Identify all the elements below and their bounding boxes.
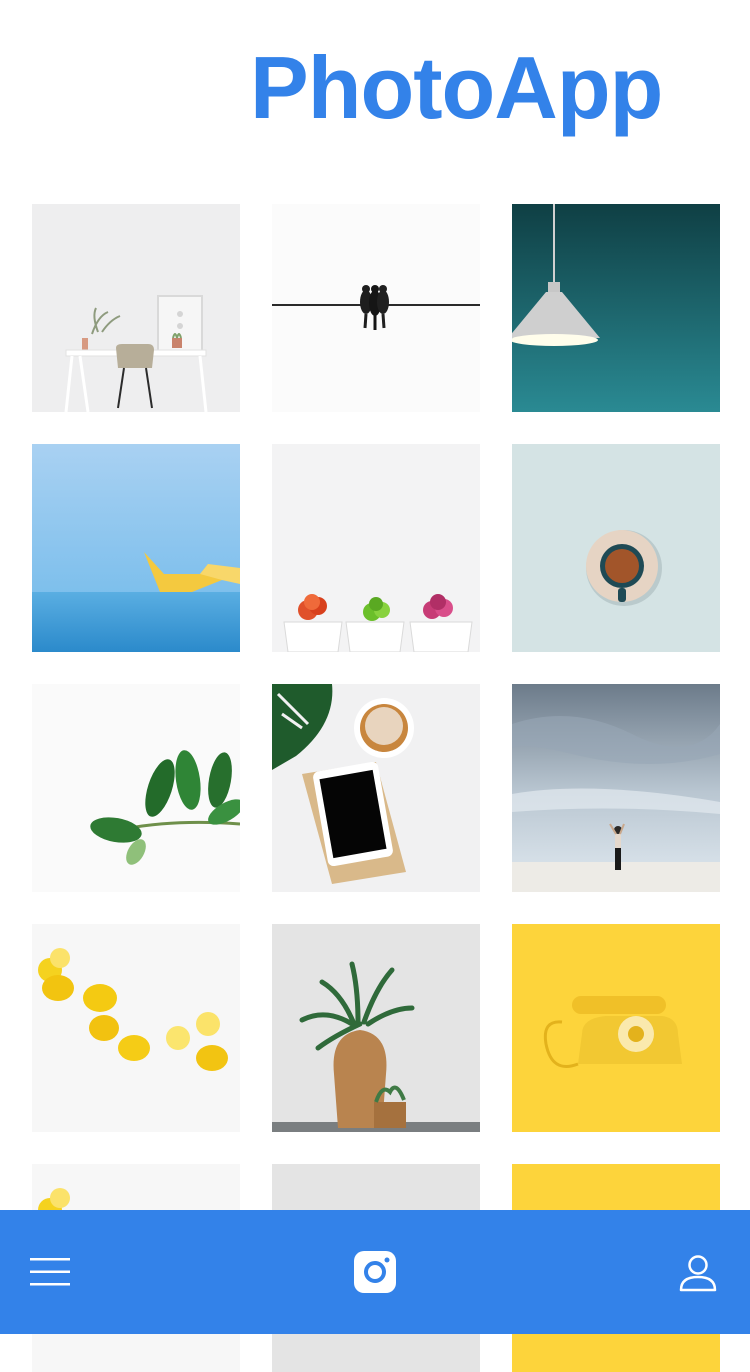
photo-plant-vase[interactable] [272,924,480,1132]
photo-desk-chair[interactable] [32,204,240,412]
app-header: PhotoApp [0,0,750,180]
photo-birds-on-wire[interactable] [272,204,480,412]
photo-coffee-cup[interactable] [512,444,720,652]
photo-grid [32,204,720,1372]
photo-pendant-lamp[interactable] [512,204,720,412]
profile-icon[interactable] [678,1253,718,1293]
photo-tablet-coffee[interactable] [272,684,480,892]
photo-yellow-telephone[interactable] [512,924,720,1132]
photo-beach-person[interactable] [512,684,720,892]
bottom-nav-bar [0,1210,750,1334]
photo-paper-boat[interactable] [32,444,240,652]
camera-icon[interactable] [354,1251,396,1293]
photo-lemons[interactable] [32,924,240,1132]
photo-leaf-branch[interactable] [32,684,240,892]
app-title: PhotoApp [250,38,663,137]
photo-succulent-pots[interactable] [272,444,480,652]
menu-icon[interactable] [28,1256,72,1288]
